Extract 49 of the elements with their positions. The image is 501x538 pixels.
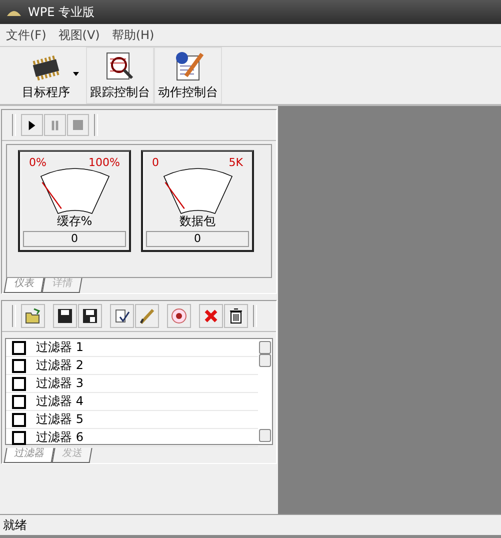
save-button[interactable] (53, 304, 77, 328)
checked-page-icon (114, 308, 130, 324)
on-button[interactable] (167, 304, 191, 328)
checkbox[interactable] (12, 412, 26, 426)
delete-button[interactable] (199, 304, 223, 328)
scale-max: 5K (228, 156, 243, 169)
menu-item[interactable]: 帮助(H) (112, 26, 154, 44)
toolbar-button[interactable]: 跟踪控制台 (86, 47, 154, 104)
checkbox[interactable] (12, 340, 26, 354)
filter-name[interactable]: 过滤器 1 (36, 339, 84, 356)
tab[interactable]: 仪表 (4, 278, 44, 293)
scroll-bar[interactable] (258, 339, 272, 444)
filter-name[interactable]: 过滤器 6 (36, 429, 84, 446)
gauge-value: 0 (146, 231, 249, 247)
folder-icon (25, 308, 41, 324)
filter-name[interactable]: 过滤器 3 (36, 375, 84, 392)
window-title: WPE 专业版 (28, 4, 94, 20)
tab[interactable]: 过滤器 (4, 448, 54, 463)
checkbox[interactable] (12, 430, 26, 444)
gauge-value: 0 (23, 231, 126, 247)
pen-icon (139, 308, 155, 324)
checkbox[interactable] (12, 376, 26, 390)
trash-button[interactable] (224, 304, 248, 328)
filter-name[interactable]: 过滤器 2 (36, 357, 84, 374)
toolbar-button[interactable]: 动作控制台 (154, 47, 222, 104)
cross-icon (203, 308, 219, 324)
scale-min: 0% (29, 156, 46, 169)
filter-name[interactable]: 过滤器 5 (36, 411, 84, 428)
round-switch-icon (171, 308, 187, 324)
stop-icon (73, 120, 83, 130)
pause-icon (51, 120, 59, 130)
menu-item[interactable]: 视图(V) (58, 26, 100, 44)
caret-icon (73, 72, 79, 76)
trash-icon (228, 308, 244, 324)
checkbox[interactable] (12, 358, 26, 372)
gauge-label: 数据包 (180, 213, 216, 230)
status-text: 就绪 (3, 516, 27, 534)
scale-max: 100% (88, 156, 120, 169)
play-button[interactable] (21, 114, 43, 136)
checkbox[interactable] (12, 394, 26, 408)
gauge-label: 缓存% (56, 213, 92, 230)
open-folder-button[interactable] (21, 304, 45, 328)
menu-item[interactable]: 文件(F) (6, 26, 46, 44)
play-icon (28, 120, 36, 130)
scale-min: 0 (152, 156, 159, 169)
magnifier-icon (104, 50, 136, 82)
check-page-button[interactable] (110, 304, 134, 328)
filter-name[interactable]: 过滤器 4 (36, 393, 84, 410)
save-as-button[interactable] (78, 304, 102, 328)
